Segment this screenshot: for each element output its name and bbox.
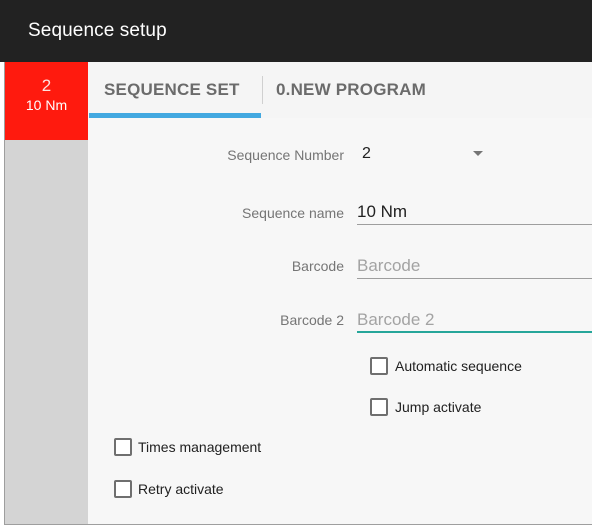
barcode2-input[interactable]: Barcode 2 xyxy=(357,310,435,330)
times-management-checkbox[interactable] xyxy=(114,438,132,456)
jump-activate-label[interactable]: Jump activate xyxy=(395,399,481,415)
barcode-label: Barcode xyxy=(291,258,344,274)
active-tab-indicator xyxy=(89,113,261,118)
sequence-number-dropdown[interactable] xyxy=(356,140,488,170)
tab-new-program[interactable]: 0.NEW PROGRAM xyxy=(276,62,426,118)
times-management-label[interactable]: Times management xyxy=(138,439,261,455)
barcode-underline xyxy=(357,278,592,279)
sequence-name-input[interactable]: 10 Nm xyxy=(357,202,407,222)
sequence-name-label: Sequence name xyxy=(242,205,344,221)
retry-activate-checkbox[interactable] xyxy=(114,480,132,498)
barcode2-underline xyxy=(357,331,592,333)
jump-activate-checkbox[interactable] xyxy=(370,398,388,416)
tab-sequence-set[interactable]: SEQUENCE SET xyxy=(104,62,240,118)
barcode2-label: Barcode 2 xyxy=(280,312,344,328)
tab-divider xyxy=(262,76,263,104)
tab-bar: SEQUENCE SET 0.NEW PROGRAM xyxy=(88,62,592,118)
automatic-sequence-checkbox[interactable] xyxy=(370,357,388,375)
sequence-name-underline xyxy=(357,224,592,225)
barcode-input[interactable]: Barcode xyxy=(357,256,420,276)
retry-activate-label[interactable]: Retry activate xyxy=(138,481,224,497)
panel-frame xyxy=(4,62,592,525)
automatic-sequence-label[interactable]: Automatic sequence xyxy=(395,358,522,374)
sequence-number-value: 2 xyxy=(362,145,371,162)
chevron-down-icon xyxy=(473,151,483,156)
sequence-number-label: Sequence Number xyxy=(227,147,344,163)
app-title-bar: Sequence setup xyxy=(0,0,592,62)
page-title: Sequence setup xyxy=(28,20,167,41)
